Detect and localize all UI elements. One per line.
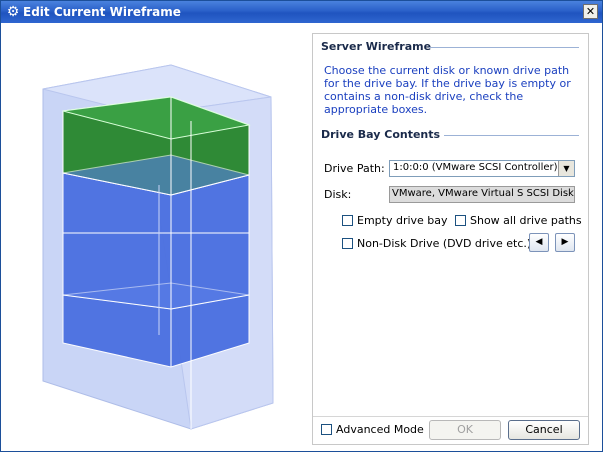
drive-path-select[interactable]: 1:0:0:0 (VMware SCSI Controller) ▼ [389, 160, 575, 177]
disk-label: Disk: [324, 188, 352, 201]
section-divider [444, 135, 579, 136]
empty-drive-bay-checkbox[interactable]: Empty drive bay [342, 214, 448, 227]
left-arrow-icon: ◀ [535, 237, 543, 247]
cancel-button[interactable]: Cancel [508, 420, 580, 440]
advanced-mode-label: Advanced Mode [336, 423, 424, 436]
previous-bay-button[interactable]: ◀ [529, 233, 549, 252]
chevron-down-icon[interactable]: ▼ [558, 161, 574, 176]
dialog-content: Server Wireframe Choose the current disk… [1, 23, 602, 451]
footer-divider [313, 416, 588, 417]
advanced-mode-checkbox[interactable]: Advanced Mode [321, 423, 424, 436]
checkbox-box[interactable] [342, 238, 353, 249]
title-bar[interactable]: ⚙ Edit Current Wireframe ✕ [1, 1, 602, 23]
dialog-window: ⚙ Edit Current Wireframe ✕ Server Wirefr… [0, 0, 603, 452]
drive-bay-heading: Drive Bay Contents [321, 128, 441, 141]
checkbox-box[interactable] [321, 424, 332, 435]
drive-path-label: Drive Path: [324, 162, 385, 175]
drive-path-value: 1:0:0:0 (VMware SCSI Controller) [393, 162, 558, 173]
show-all-drive-paths-label: Show all drive paths [470, 214, 582, 227]
disk-field: VMware, VMware Virtual S SCSI Disk D [389, 186, 575, 203]
close-icon: ✕ [585, 5, 596, 18]
checkbox-box[interactable] [342, 215, 353, 226]
gear-icon: ⚙ [6, 4, 20, 20]
non-disk-drive-label: Non-Disk Drive (DVD drive etc.) [357, 237, 532, 250]
show-all-drive-paths-checkbox[interactable]: Show all drive paths [455, 214, 582, 227]
non-disk-drive-checkbox[interactable]: Non-Disk Drive (DVD drive etc.) [342, 237, 531, 250]
settings-panel: Server Wireframe Choose the current disk… [312, 33, 589, 445]
wireframe-view [3, 25, 309, 449]
instructions-text: Choose the current disk or known drive p… [324, 64, 571, 116]
server-wireframe-heading: Server Wireframe [321, 40, 432, 53]
checkbox-box[interactable] [455, 215, 466, 226]
server-wireframe-graphic [42, 64, 274, 430]
next-bay-button[interactable]: ▶ [555, 233, 575, 252]
section-divider [429, 47, 579, 48]
window-title: Edit Current Wireframe [23, 5, 181, 19]
empty-drive-bay-label: Empty drive bay [357, 214, 448, 227]
close-button[interactable]: ✕ [583, 4, 598, 19]
right-arrow-icon: ▶ [561, 237, 569, 247]
disk-value: VMware, VMware Virtual S SCSI Disk D [392, 188, 575, 199]
ok-button[interactable]: OK [429, 420, 501, 440]
